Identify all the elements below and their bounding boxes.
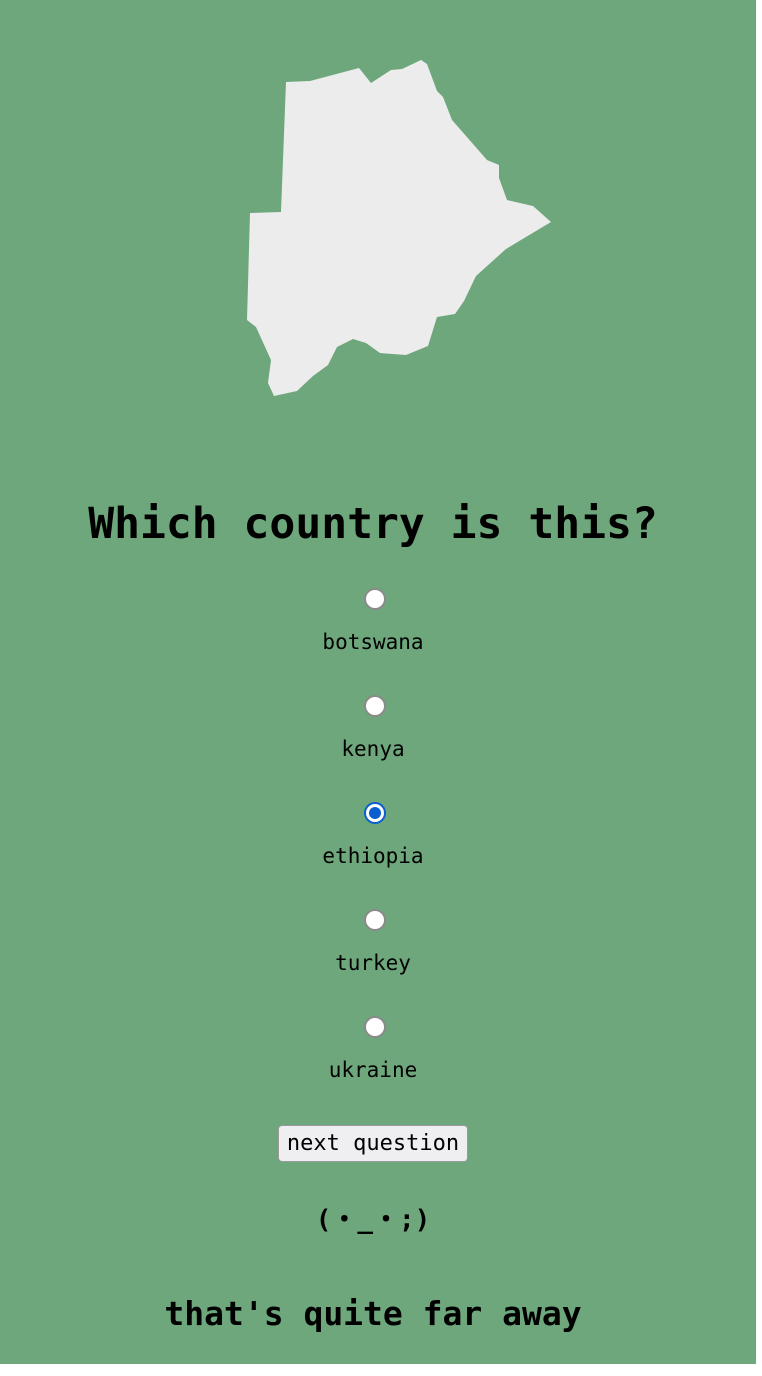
option-ethiopia[interactable]: ethiopia — [0, 802, 748, 902]
option-ukraine[interactable]: ukraine — [0, 1016, 748, 1116]
next-question-button[interactable]: next question — [278, 1125, 468, 1162]
option-kenya[interactable]: kenya — [0, 695, 748, 795]
country-map — [0, 0, 756, 420]
option-label-ukraine[interactable]: ukraine — [0, 1058, 746, 1082]
option-turkey[interactable]: turkey — [0, 909, 748, 1009]
option-label-ethiopia[interactable]: ethiopia — [0, 844, 746, 868]
radio-kenya[interactable] — [364, 695, 386, 717]
question-title: Which country is this? — [88, 499, 658, 549]
country-outline — [247, 60, 551, 396]
radio-turkey[interactable] — [364, 909, 386, 931]
quiz-page: Which country is this? botswana kenya et… — [0, 0, 756, 1364]
option-label-kenya[interactable]: kenya — [0, 737, 746, 761]
option-botswana[interactable]: botswana — [0, 588, 748, 688]
radio-ukraine[interactable] — [364, 1016, 386, 1038]
option-label-botswana[interactable]: botswana — [0, 630, 746, 654]
feedback-message: that's quite far away — [164, 1294, 582, 1333]
radio-ethiopia[interactable] — [364, 802, 386, 824]
kaomoji-face: (・_・;) — [315, 1205, 431, 1235]
country-shape — [247, 60, 551, 396]
option-label-turkey[interactable]: turkey — [0, 951, 746, 975]
radio-botswana[interactable] — [364, 588, 386, 610]
